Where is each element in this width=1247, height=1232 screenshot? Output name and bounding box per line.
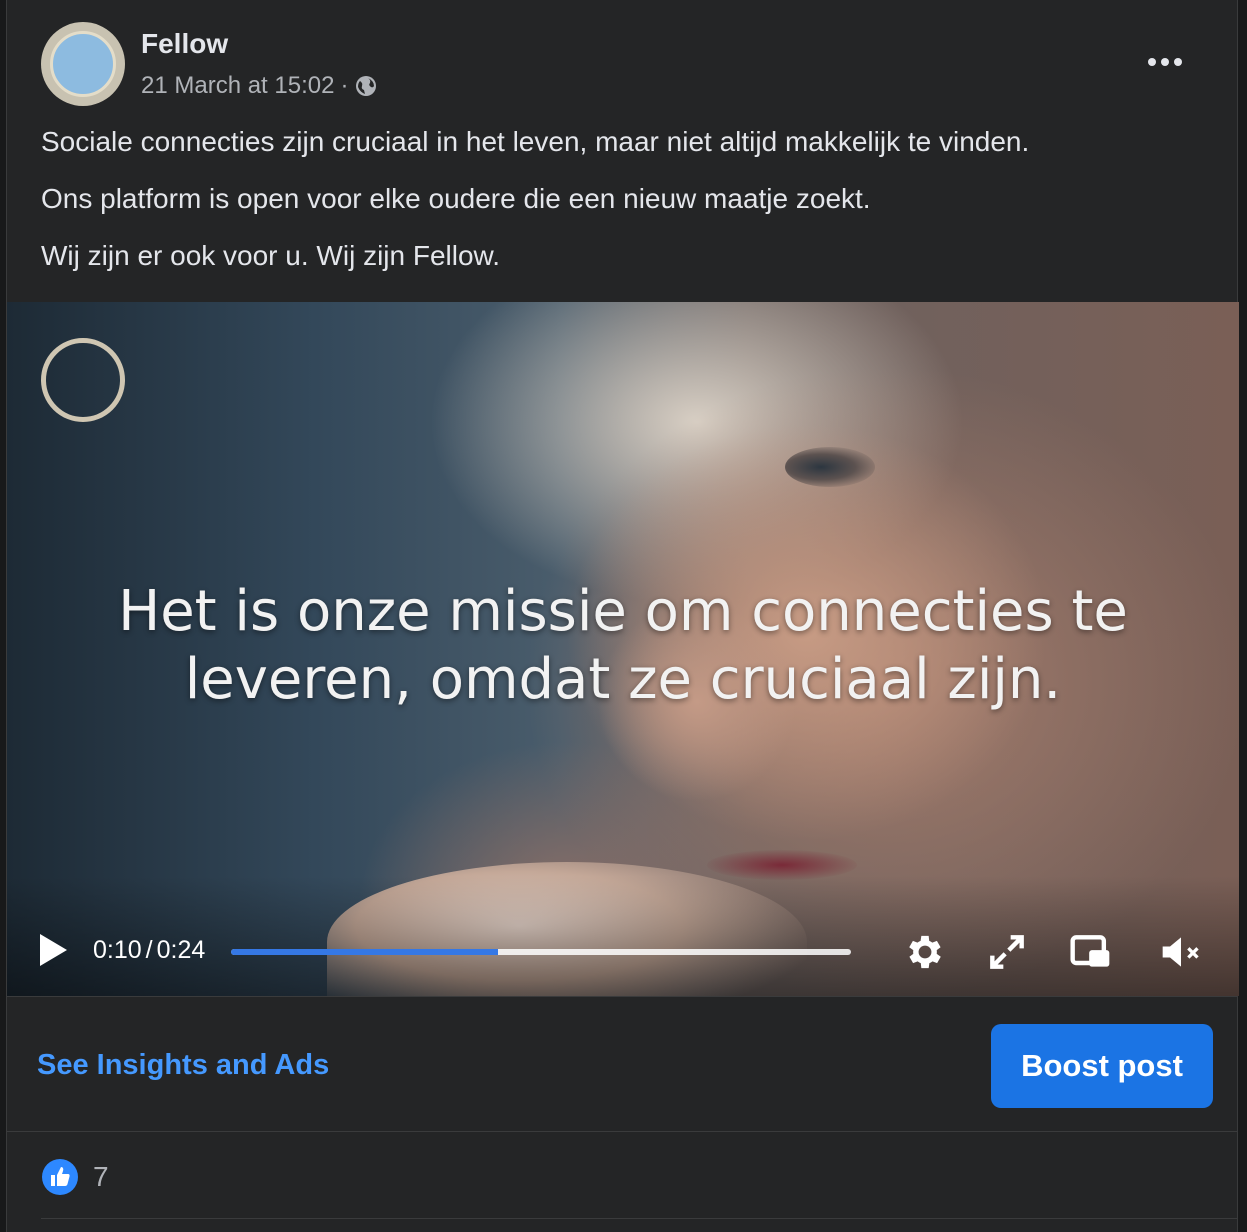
meta-separator: · (340, 72, 349, 99)
more-options-icon[interactable] (1143, 44, 1187, 80)
progress-fill (231, 949, 498, 955)
post-text-line: Ons platform is open voor elke oudere di… (41, 183, 871, 214)
page-name[interactable]: Fellow (141, 28, 228, 60)
post-meta: 21 March at 15:02 · (141, 72, 378, 100)
video-time: 0:10/0:24 (93, 936, 205, 965)
avatar-ring (50, 31, 116, 97)
post-action-bar: See Insights and Ads Boost post (7, 996, 1237, 1132)
current-time: 0:10 (93, 936, 142, 964)
video-logo (41, 338, 125, 422)
caption-line: Het is onze missie om connecties te (118, 579, 1128, 644)
divider (41, 1218, 1237, 1219)
like-count: 7 (93, 1161, 109, 1192)
video-frame-detail (785, 447, 875, 487)
picture-in-picture-icon[interactable] (1069, 930, 1113, 974)
like-icon (42, 1159, 78, 1195)
video-player[interactable]: Het is onze missie om connecties te leve… (7, 302, 1239, 996)
post-card: Fellow 21 March at 15:02 · Sociale conne… (6, 0, 1239, 1232)
more-dot (1161, 58, 1169, 66)
more-dot (1148, 58, 1156, 66)
progress-bar[interactable] (231, 949, 851, 955)
settings-icon[interactable] (903, 930, 947, 974)
reactions-summary[interactable]: 7 (41, 1158, 109, 1196)
post-text-line: Wij zijn er ook voor u. Wij zijn Fellow. (41, 240, 501, 271)
duration: 0:24 (156, 936, 206, 964)
video-controls: 0:10/0:24 (7, 906, 1239, 996)
caption-line: leveren, omdat ze cruciaal zijn. (184, 647, 1062, 712)
post-header: Fellow 21 March at 15:02 · (7, 0, 1237, 110)
see-insights-link[interactable]: See Insights and Ads (37, 1049, 329, 1082)
play-icon[interactable] (37, 932, 69, 968)
muted-volume-icon[interactable] (1159, 930, 1203, 974)
post-text-line: Sociale connecties zijn cruciaal in het … (41, 126, 1030, 157)
more-dot (1174, 58, 1182, 66)
post-timestamp[interactable]: 21 March at 15:02 (141, 72, 334, 100)
video-caption: Het is onze missie om connecties te leve… (7, 578, 1239, 714)
globe-icon[interactable] (354, 74, 378, 98)
boost-post-button[interactable]: Boost post (991, 1024, 1213, 1108)
post-text: Sociale connecties zijn cruciaal in het … (41, 124, 1207, 295)
fullscreen-icon[interactable] (985, 930, 1029, 974)
page-avatar[interactable] (41, 22, 125, 106)
time-separator: / (145, 936, 153, 964)
